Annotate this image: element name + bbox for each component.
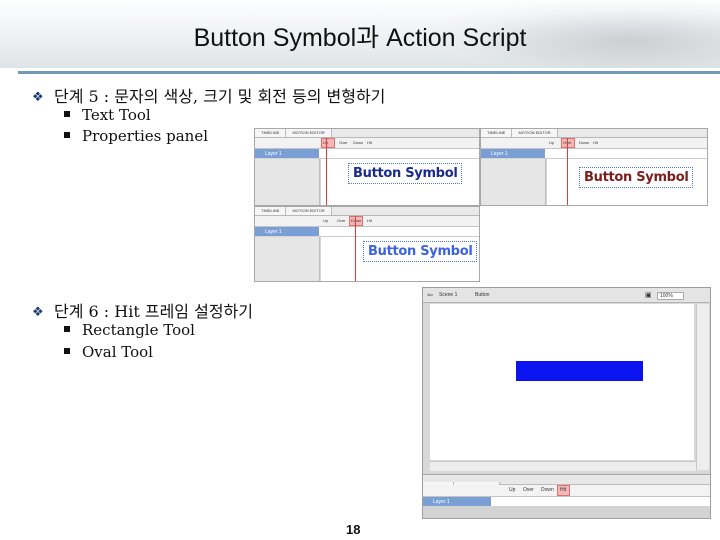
step5-item-properties: Properties panel: [64, 127, 208, 145]
edit-scene-icon[interactable]: ▣: [645, 291, 652, 299]
step6-item-label: Oval Tool: [82, 343, 153, 361]
frame-over-label: Over: [339, 140, 348, 145]
button-symbol-text: Button Symbol: [363, 241, 478, 262]
symbol-breadcrumb[interactable]: Button: [475, 292, 489, 298]
frame-hit-label: Hit: [593, 140, 598, 145]
timeline-tabs: TIMELINEMOTION EDITOR: [423, 475, 710, 491]
scene-breadcrumb[interactable]: Scene 1: [439, 292, 457, 298]
step5-heading-text: 단계 5 : 문자의 색상, 크기 및 회전 등의 변형하기: [54, 87, 386, 106]
timeline-panel: TIMELINEMOTION EDITOR Up Over Down Hit L…: [423, 474, 710, 518]
frame-up-label: Up: [549, 140, 555, 145]
playhead: [326, 138, 327, 205]
panel-tabs: TIMELINE MOTION EDITOR: [255, 207, 479, 216]
button-symbol-text: Button Symbol: [579, 167, 694, 188]
frame-hit-label: Hit: [560, 487, 567, 493]
horizontal-scrollbar[interactable]: [430, 461, 696, 471]
frame-hit-label: Hit: [367, 218, 372, 223]
frame-header: Up Over Down Hit: [423, 485, 710, 497]
layer-frames[interactable]: [491, 497, 710, 506]
hit-area-rectangle: [516, 361, 643, 381]
square-bullet-icon: [64, 348, 70, 354]
step6-item-oval: Oval Tool: [64, 343, 153, 361]
step5-heading: ❖ 단계 5 : 문자의 색상, 크기 및 회전 등의 변형하기: [32, 83, 385, 107]
zoom-select[interactable]: 100%: [657, 292, 684, 300]
frame-over-label: Over: [523, 487, 534, 493]
layer-name: Layer 1: [265, 229, 282, 235]
frame-up-label: Up: [509, 487, 516, 493]
vertical-scrollbar[interactable]: [696, 304, 709, 470]
panel-tabs: TIMELINE MOTION EDITOR: [255, 129, 479, 138]
step6-item-rectangle: Rectangle Tool: [64, 321, 195, 339]
playhead: [355, 216, 356, 281]
layer-name: Layer 1: [491, 151, 508, 157]
stage: [430, 304, 694, 460]
frame-down-label: Down: [541, 487, 554, 493]
tab-timeline[interactable]: TIMELINE: [255, 207, 287, 215]
step5-item-label: Text Tool: [82, 106, 151, 124]
flash-panel-3: TIMELINE MOTION EDITOR Up Over Down Hit L…: [254, 206, 480, 282]
step5-item-text-tool: Text Tool: [64, 106, 151, 124]
flash-editor: ⇦ Scene 1 Button ▣ 100% TIMELINEMOTION E…: [422, 287, 711, 519]
edit-bar: ⇦ Scene 1 Button ▣ 100%: [423, 288, 710, 303]
page-number: 18: [346, 522, 361, 537]
frame-over-label: Over: [337, 218, 346, 223]
layer-name: Layer 1: [433, 499, 450, 505]
frame-down-label: Down: [351, 218, 362, 223]
step6-item-label: Rectangle Tool: [82, 321, 195, 339]
flash-panel-1: TIMELINEMOTION EDITOR Up Over Down Hit L…: [254, 128, 480, 206]
layer-row[interactable]: Layer 1: [423, 497, 491, 506]
layer-frames[interactable]: [319, 227, 479, 237]
layer-list: [255, 159, 320, 205]
layer-name: Layer 1: [265, 151, 282, 157]
tab-motion-editor[interactable]: MOTION EDITOR: [512, 129, 558, 137]
diamond-bullet-icon: ❖: [32, 305, 44, 320]
frame-up-label: Up: [323, 218, 329, 223]
back-arrow-icon[interactable]: ⇦: [427, 291, 433, 299]
frame-down-label: Down: [353, 140, 364, 145]
tab-motion-editor[interactable]: MOTION EDITOR: [286, 207, 332, 215]
step6-heading-text: 단계 6 : Hit 프레임 설정하기: [54, 302, 253, 321]
diamond-bullet-icon: ❖: [32, 90, 44, 105]
step6-heading: ❖ 단계 6 : Hit 프레임 설정하기: [32, 298, 253, 322]
tab-timeline[interactable]: TIMELINE: [481, 129, 513, 137]
tab-motion-editor[interactable]: MOTION EDITOR: [286, 129, 332, 137]
square-bullet-icon: [64, 326, 70, 332]
layer-frames[interactable]: [319, 149, 479, 159]
layer-frames[interactable]: [545, 149, 707, 159]
playhead: [567, 138, 568, 205]
tab-timeline[interactable]: TIMELINE: [255, 129, 287, 137]
square-bullet-icon: [64, 132, 70, 138]
layer-list: [255, 237, 320, 281]
button-symbol-text: Button Symbol: [348, 163, 463, 184]
frame-down-label: Down: [579, 140, 590, 145]
frame-hit-label: Hit: [367, 140, 372, 145]
layer-row[interactable]: Layer 1: [255, 149, 319, 158]
layer-row[interactable]: Layer 1: [255, 227, 319, 236]
layer-row[interactable]: Layer 1: [481, 149, 545, 158]
slide-title: Button Symbol과 Action Script: [193, 24, 527, 52]
step5-item-label: Properties panel: [82, 127, 208, 145]
title-divider: [18, 71, 720, 74]
flash-panel-2: TIMELINEMOTION EDITOR Up Over Down Hit L…: [480, 128, 708, 206]
panel-tabs: TIMELINE MOTION EDITOR: [481, 129, 707, 138]
square-bullet-icon: [64, 111, 70, 117]
layer-list: [481, 159, 546, 205]
